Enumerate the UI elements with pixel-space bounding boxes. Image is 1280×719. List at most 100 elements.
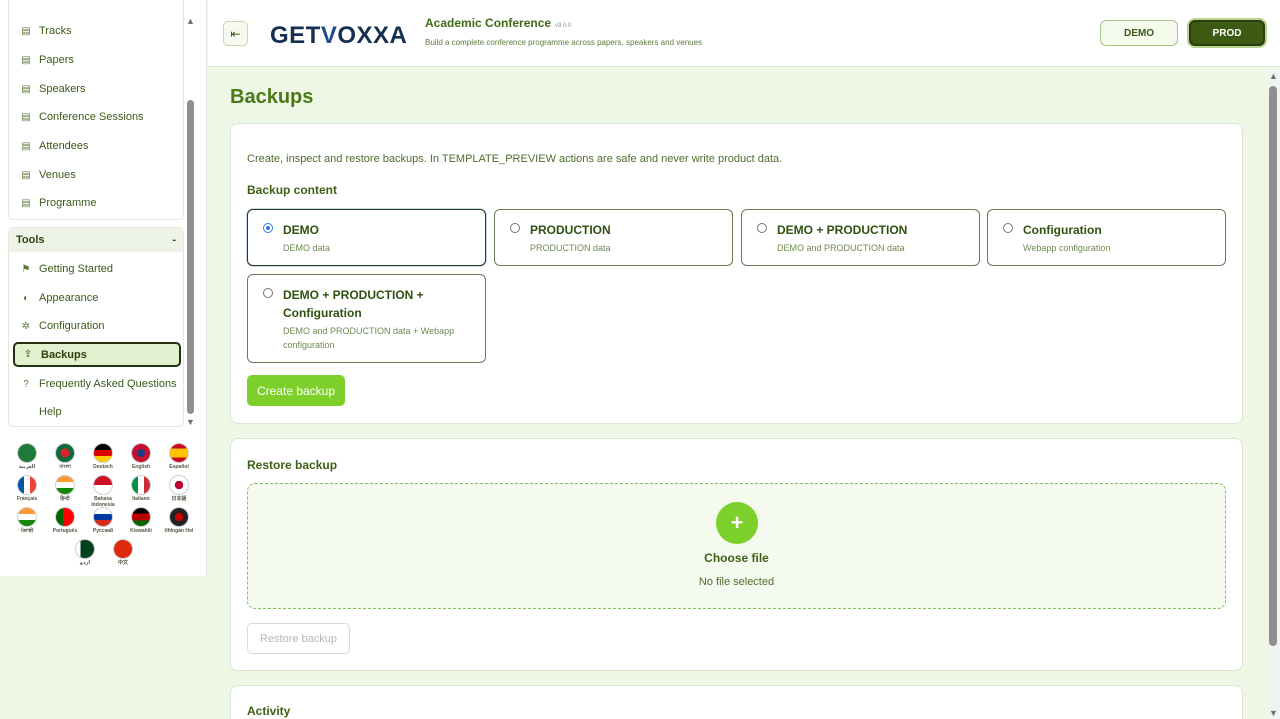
radio-button[interactable] <box>1003 223 1013 233</box>
sidebar: ▤ Tracks ▤ Papers ▤ Speakers ▤ Conference Se… <box>0 0 207 576</box>
flag-it-icon <box>131 475 151 495</box>
app-subtitle: Build a complete conference programme ac… <box>425 38 703 47</box>
flag-in-icon <box>55 475 75 495</box>
flag-de-icon <box>93 443 113 463</box>
radio-button[interactable] <box>263 288 273 298</box>
language-id[interactable]: Bahasa Indonesia <box>85 475 121 508</box>
flag-pk-icon <box>75 539 95 559</box>
list-icon: ▤ <box>21 111 31 123</box>
palette-icon: ◐ <box>22 292 30 304</box>
sidebar-scrollbar[interactable] <box>187 100 194 414</box>
language-bn[interactable]: বাংলা <box>47 443 83 470</box>
restore-backup-button[interactable]: Restore backup <box>247 623 350 654</box>
flag-ke-icon <box>131 507 151 527</box>
sidebar-item-papers[interactable]: ▤ Papers <box>13 48 181 72</box>
language-pa[interactable]: ਪੰਜਾਬੀ <box>9 507 45 534</box>
collapse-sidebar-icon: ⇤ <box>230 26 241 41</box>
language-it[interactable]: Italiano <box>123 475 159 502</box>
backup-card: Create, inspect and restore backups. In … <box>230 123 1243 424</box>
tools-title: Tools <box>16 234 45 246</box>
restore-title: Restore backup <box>247 458 338 472</box>
sidebar-item-faq[interactable]: ? Frequently Asked Questions <box>13 372 181 396</box>
flag-bd-icon <box>55 443 75 463</box>
restore-card: Restore backup + Choose file No file sel… <box>230 438 1243 671</box>
activity-card: Activity <box>230 685 1243 719</box>
list-icon: ▤ <box>21 83 31 95</box>
radio-button[interactable] <box>757 223 767 233</box>
plus-icon[interactable]: + <box>716 502 758 544</box>
language-fr[interactable]: Français <box>9 475 45 502</box>
sidebar-item-conference-sessions[interactable]: ▤ Conference Sessions <box>13 105 181 129</box>
list-icon: ▤ <box>21 197 31 209</box>
scroll-down-icon[interactable]: ▼ <box>186 417 195 427</box>
flag-sa-icon <box>17 443 37 463</box>
page-scroll-down-icon[interactable]: ▼ <box>1269 708 1278 718</box>
tools-header[interactable]: Tools - <box>9 228 183 252</box>
backup-description: Create, inspect and restore backups. In … <box>247 153 783 165</box>
sidebar-item-getting-started[interactable]: ⚑ Getting Started <box>13 257 181 281</box>
flag-in-icon <box>17 507 37 527</box>
main-content: Backups Create, inspect and restore back… <box>208 68 1265 719</box>
language-hi[interactable]: हिन्दी <box>47 475 83 502</box>
option-production[interactable]: PRODUCTION PRODUCTION data <box>494 209 733 266</box>
demo-button[interactable]: DEMO <box>1100 20 1178 46</box>
page-scroll-up-icon[interactable]: ▲ <box>1269 71 1278 81</box>
option-demo-production-configuration[interactable]: DEMO + PRODUCTION + Configuration DEMO a… <box>247 274 486 363</box>
language-tlh[interactable]: tlhIngan Hol <box>161 507 197 534</box>
gear-icon: ✲ <box>21 320 31 332</box>
list-icon: ▤ <box>21 140 31 152</box>
radio-button[interactable] <box>510 223 520 233</box>
sidebar-item-attendees[interactable]: ▤ Attendees <box>13 134 181 158</box>
upload-icon: ⇪ <box>23 349 33 360</box>
flag-fr-icon <box>17 475 37 495</box>
language-sw[interactable]: Kiswahili <box>123 507 159 534</box>
flag-pt-icon <box>55 507 75 527</box>
sidebar-item-backups[interactable]: ⇪ Backups <box>13 342 181 367</box>
prod-button[interactable]: PROD <box>1189 20 1265 46</box>
sidebar-item-venues[interactable]: ▤ Venues <box>13 163 181 187</box>
flag-id-icon <box>93 475 113 495</box>
language-de[interactable]: Deutsch <box>85 443 121 470</box>
sidebar-item-speakers[interactable]: ▤ Speakers <box>13 77 181 101</box>
option-demo[interactable]: DEMO DEMO data <box>247 209 486 266</box>
sidebar-item-help[interactable]: Help <box>13 400 181 424</box>
logo: GETVOXXA <box>270 22 408 49</box>
sidebar-item-tracks[interactable]: ▤ Tracks <box>13 19 181 43</box>
list-icon: ▤ <box>21 54 31 66</box>
language-pt[interactable]: Português <box>47 507 83 534</box>
flag-klingon-icon <box>169 507 189 527</box>
language-ja[interactable]: 日本語 <box>161 475 197 502</box>
radio-button[interactable] <box>263 223 273 233</box>
sidebar-item-configuration[interactable]: ✲ Configuration <box>13 314 181 338</box>
scroll-up-icon[interactable]: ▲ <box>186 16 195 26</box>
flag-gb-icon <box>131 443 151 463</box>
option-demo-production[interactable]: DEMO + PRODUCTION DEMO and PRODUCTION da… <box>741 209 980 266</box>
app-version: v9.0.0 <box>555 23 572 29</box>
app-header: ⇤ GETVOXXA Academic Conference v9.0.0 Bui… <box>208 0 1280 67</box>
app-title: Academic Conference v9.0.0 <box>425 16 572 30</box>
option-configuration[interactable]: Configuration Webapp configuration <box>987 209 1226 266</box>
language-ur[interactable]: اردو <box>67 539 103 566</box>
file-dropzone[interactable]: + Choose file No file selected <box>247 483 1226 609</box>
choose-file-label[interactable]: Choose file <box>248 551 1225 565</box>
page-title: Backups <box>230 86 314 108</box>
flag-outline-icon: ⚑ <box>21 263 31 275</box>
collapse-icon: - <box>172 234 176 246</box>
list-icon: ▤ <box>21 169 31 181</box>
language-zh[interactable]: 中文 <box>105 539 141 566</box>
question-icon: ? <box>23 378 29 390</box>
flag-ru-icon <box>93 507 113 527</box>
language-ar[interactable]: العربية <box>9 443 45 470</box>
flag-jp-icon <box>169 475 189 495</box>
language-en[interactable]: English <box>123 443 159 470</box>
nav-section-tools: Tools - ⚑ Getting Started ◐ Appearance ✲ Co… <box>8 227 184 427</box>
language-ru[interactable]: Русский <box>85 507 121 534</box>
page-scrollbar-thumb[interactable] <box>1269 86 1277 646</box>
create-backup-button[interactable]: Create backup <box>247 375 345 406</box>
flag-es-icon <box>169 443 189 463</box>
sidebar-item-appearance[interactable]: ◐ Appearance <box>13 286 181 310</box>
activity-title: Activity <box>247 704 291 718</box>
sidebar-toggle-button[interactable]: ⇤ <box>223 21 248 46</box>
sidebar-item-programme[interactable]: ▤ Programme <box>13 191 181 215</box>
language-es[interactable]: Español <box>161 443 197 470</box>
